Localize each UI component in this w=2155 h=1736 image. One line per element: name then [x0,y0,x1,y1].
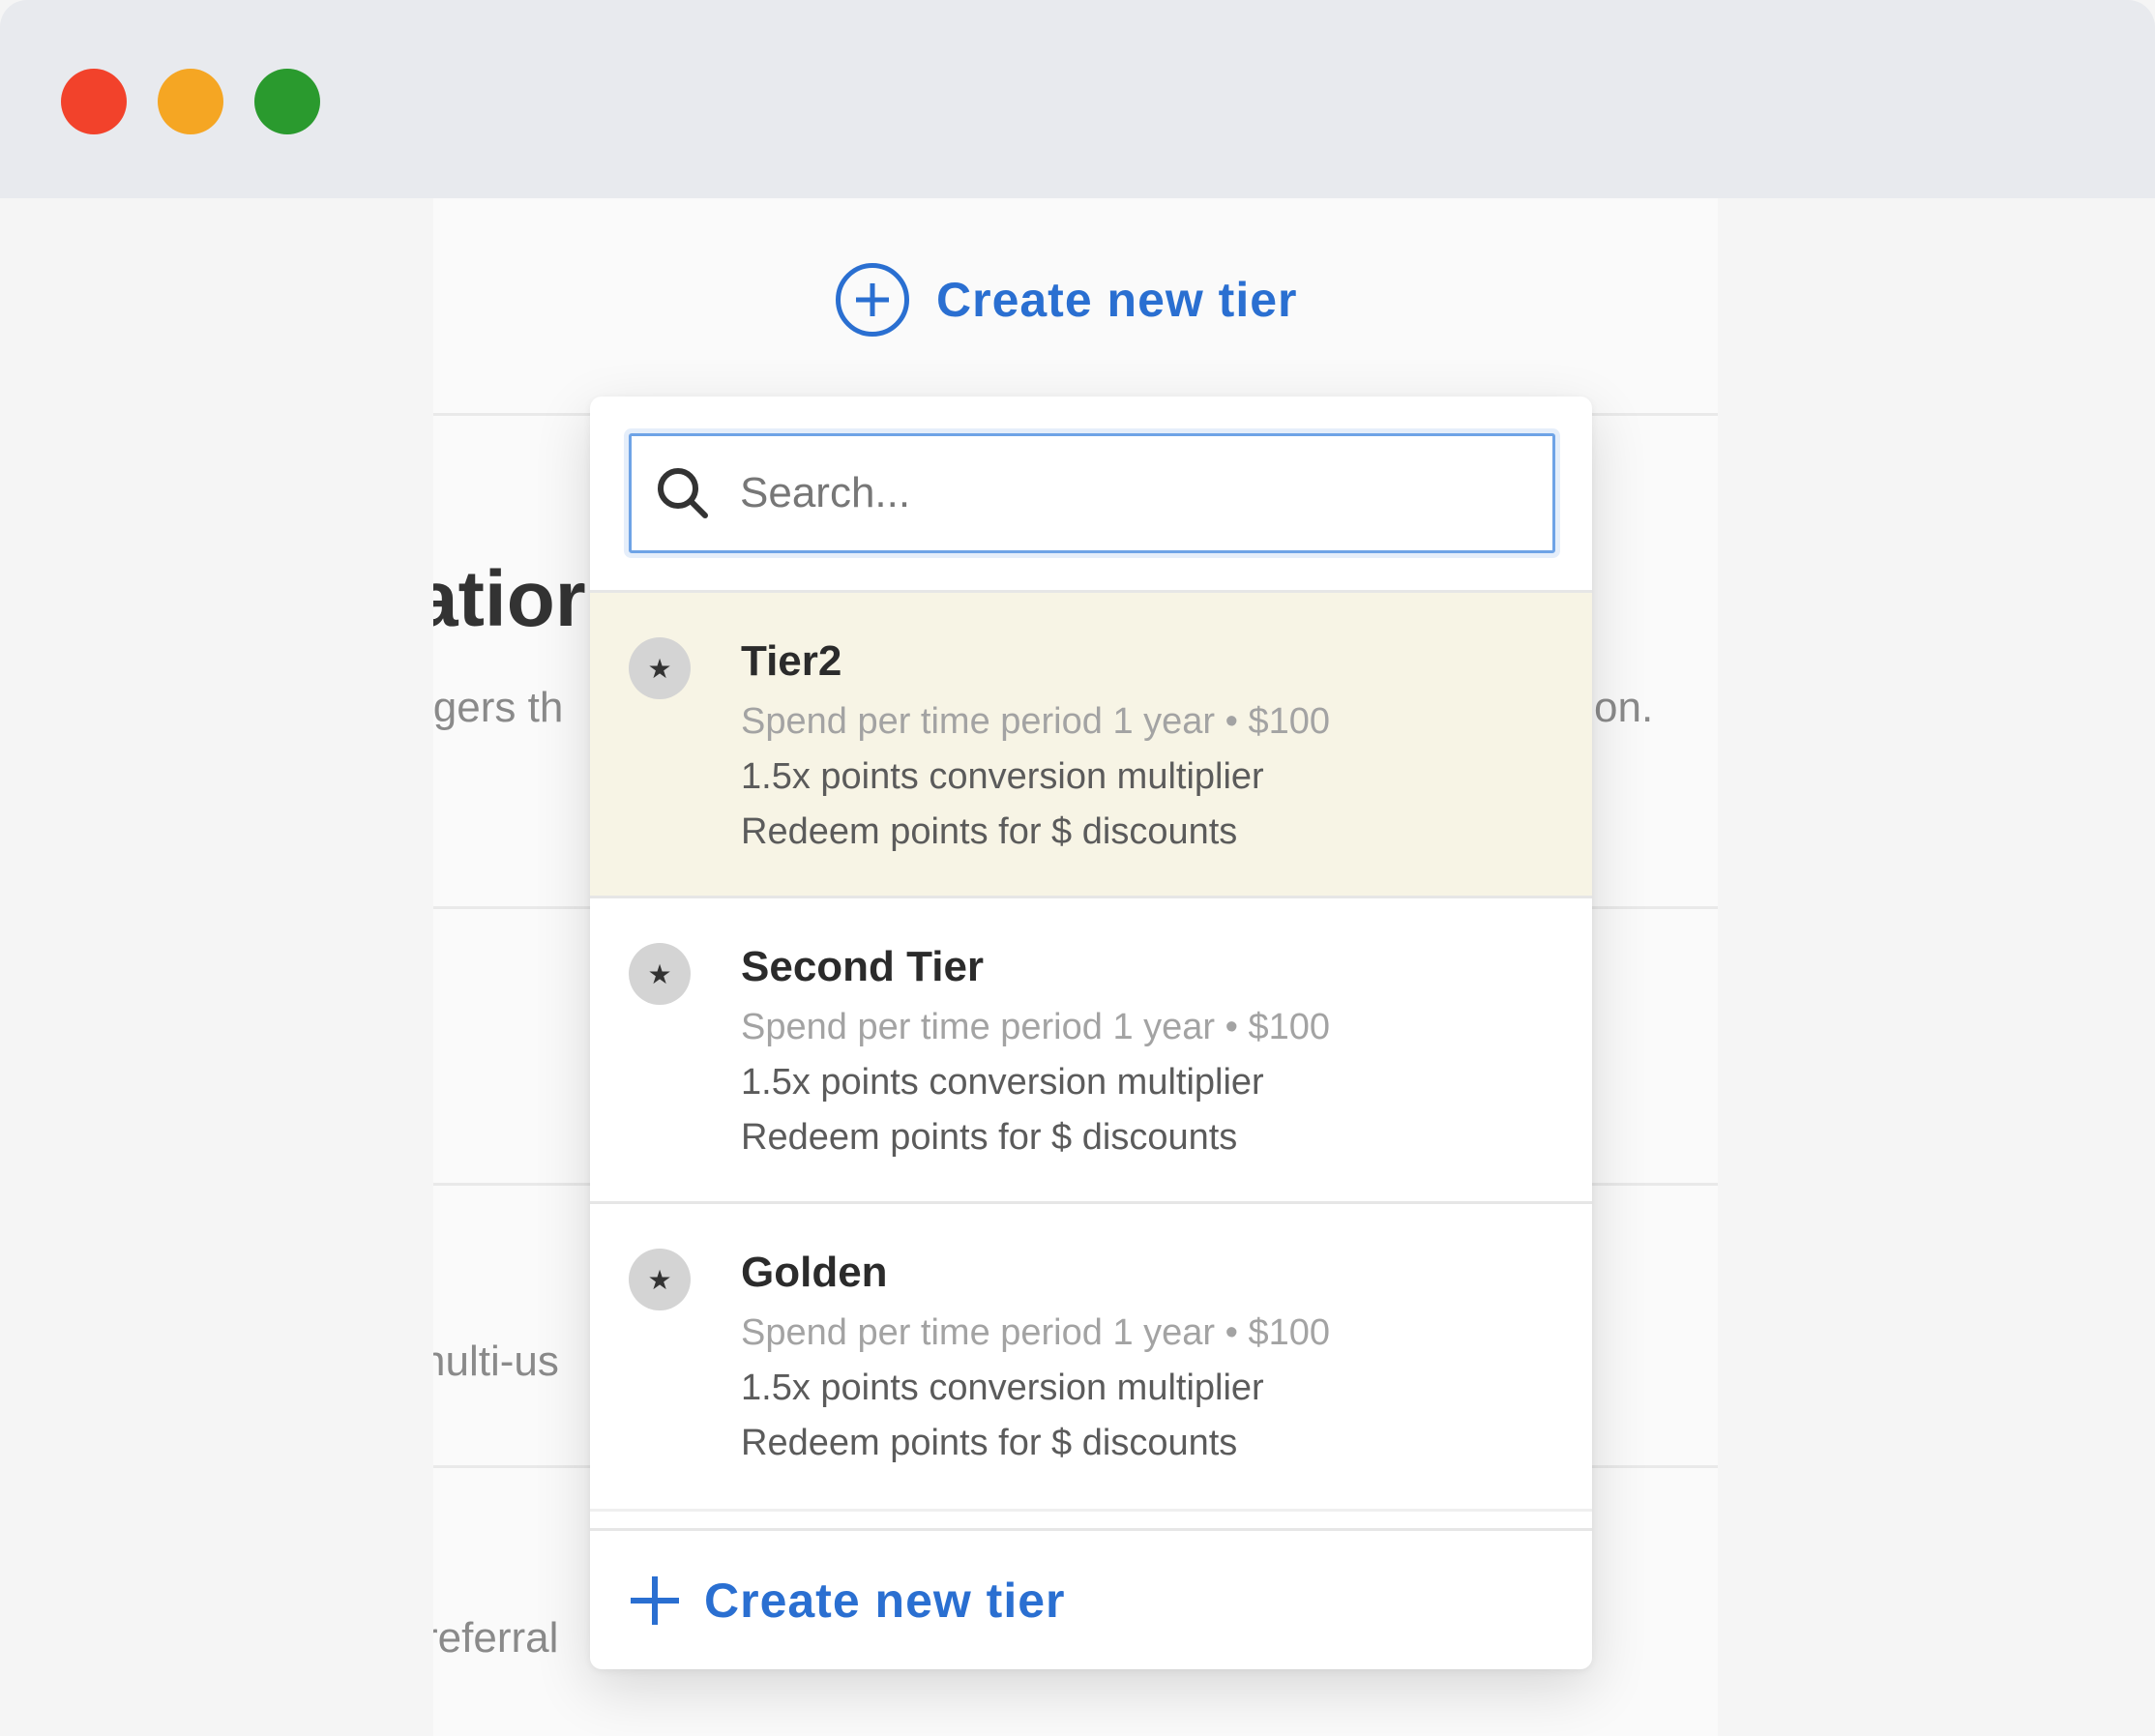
search-box[interactable] [629,433,1555,553]
tier-spend: Spend per time period 1 year • $100 [741,1007,1331,1047]
tier-multiplier: 1.5x points conversion multiplier [741,756,1264,797]
tier-title: Second Tier [741,943,985,990]
star-icon: ★ [629,1249,691,1310]
tier-item-golden[interactable]: ★ Golden Spend per time period 1 year • … [590,1201,1592,1507]
tier-multiplier: 1.5x points conversion multiplier [741,1368,1264,1408]
maximize-window-button[interactable] [254,69,320,134]
tier-multiplier: 1.5x points conversion multiplier [741,1062,1264,1103]
tier-redeem: Redeem points for $ discounts [741,1117,1238,1158]
window-titlebar [0,0,2155,198]
footer-create-new-tier-button[interactable]: Create new tier [590,1528,1592,1669]
tier-dropdown: ★ Tier2 Spend per time period 1 year • $… [590,397,1592,1669]
plus-icon [631,1576,679,1625]
star-icon: ★ [629,637,691,699]
section-text: nulti-us [433,1338,559,1385]
tier-spend: Spend per time period 1 year • $100 [741,701,1331,742]
footer-divider [590,1509,1592,1512]
tier-redeem: Redeem points for $ discounts [741,811,1238,852]
search-icon [655,465,711,521]
tier-title: Tier2 [741,637,842,685]
tier-item-tier2[interactable]: ★ Tier2 Spend per time period 1 year • $… [590,590,1592,896]
tier-list: ★ Tier2 Spend per time period 1 year • $… [590,590,1592,1507]
tier-redeem: Redeem points for $ discounts [741,1423,1238,1463]
tier-item-second-tier[interactable]: ★ Second Tier Spend per time period 1 ye… [590,896,1592,1201]
section-heading: atior [433,555,586,643]
tier-title: Golden [741,1249,888,1296]
create-new-tier-label: Create new tier [936,273,1298,327]
create-new-tier-button[interactable]: Create new tier [836,261,1297,338]
search-input[interactable] [740,469,1533,517]
footer-create-new-tier-label: Create new tier [704,1573,1066,1628]
star-icon: ★ [629,943,691,1005]
tier-spend: Spend per time period 1 year • $100 [741,1312,1331,1353]
plus-circle-icon [836,263,909,337]
section-text: referral [433,1614,559,1662]
section-description: igers th [433,684,564,731]
minimize-window-button[interactable] [158,69,223,134]
close-window-button[interactable] [61,69,127,134]
section-description-end: on. [1594,684,1654,731]
